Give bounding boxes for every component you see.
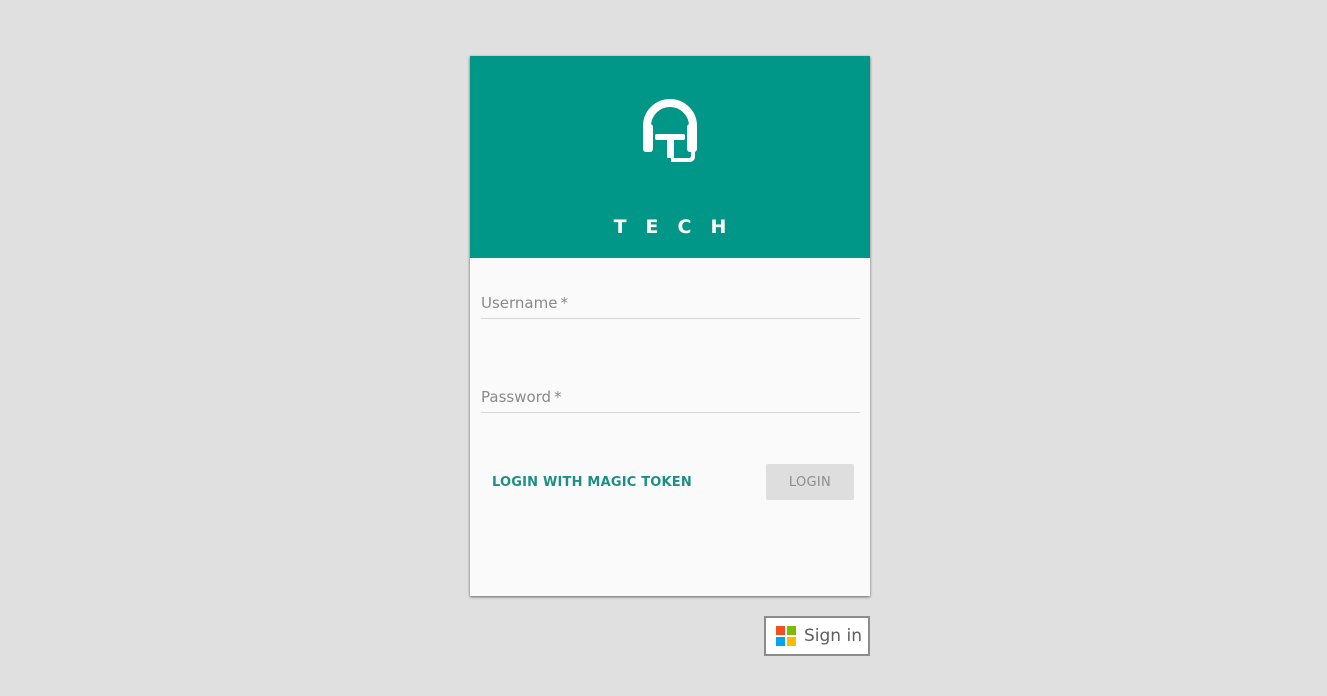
login-with-magic-token-button[interactable]: LOGIN WITH MAGIC TOKEN: [484, 464, 700, 500]
headset-icon: [643, 99, 697, 162]
microsoft-sign-in-label: Sign in: [804, 626, 862, 646]
card-header: TECH: [470, 56, 870, 258]
login-card: TECH Username * Password * LOGIN WITH MAGI…: [470, 56, 870, 596]
password-field[interactable]: Password *: [481, 372, 860, 413]
microsoft-sign-in-button[interactable]: Sign in: [764, 616, 870, 656]
microsoft-logo-green: [787, 626, 796, 635]
username-input[interactable]: [481, 296, 860, 314]
microsoft-logo-yellow: [787, 637, 796, 646]
microsoft-logo-icon: [776, 626, 796, 646]
username-field[interactable]: Username *: [481, 278, 860, 319]
login-page: TECH Username * Password * LOGIN WITH MAGI…: [0, 0, 1327, 696]
password-input[interactable]: [481, 390, 860, 408]
microsoft-logo-blue: [776, 637, 785, 646]
login-button[interactable]: LOGIN: [766, 464, 854, 500]
brand-name: TECH: [613, 216, 746, 238]
microsoft-logo-red: [776, 626, 785, 635]
